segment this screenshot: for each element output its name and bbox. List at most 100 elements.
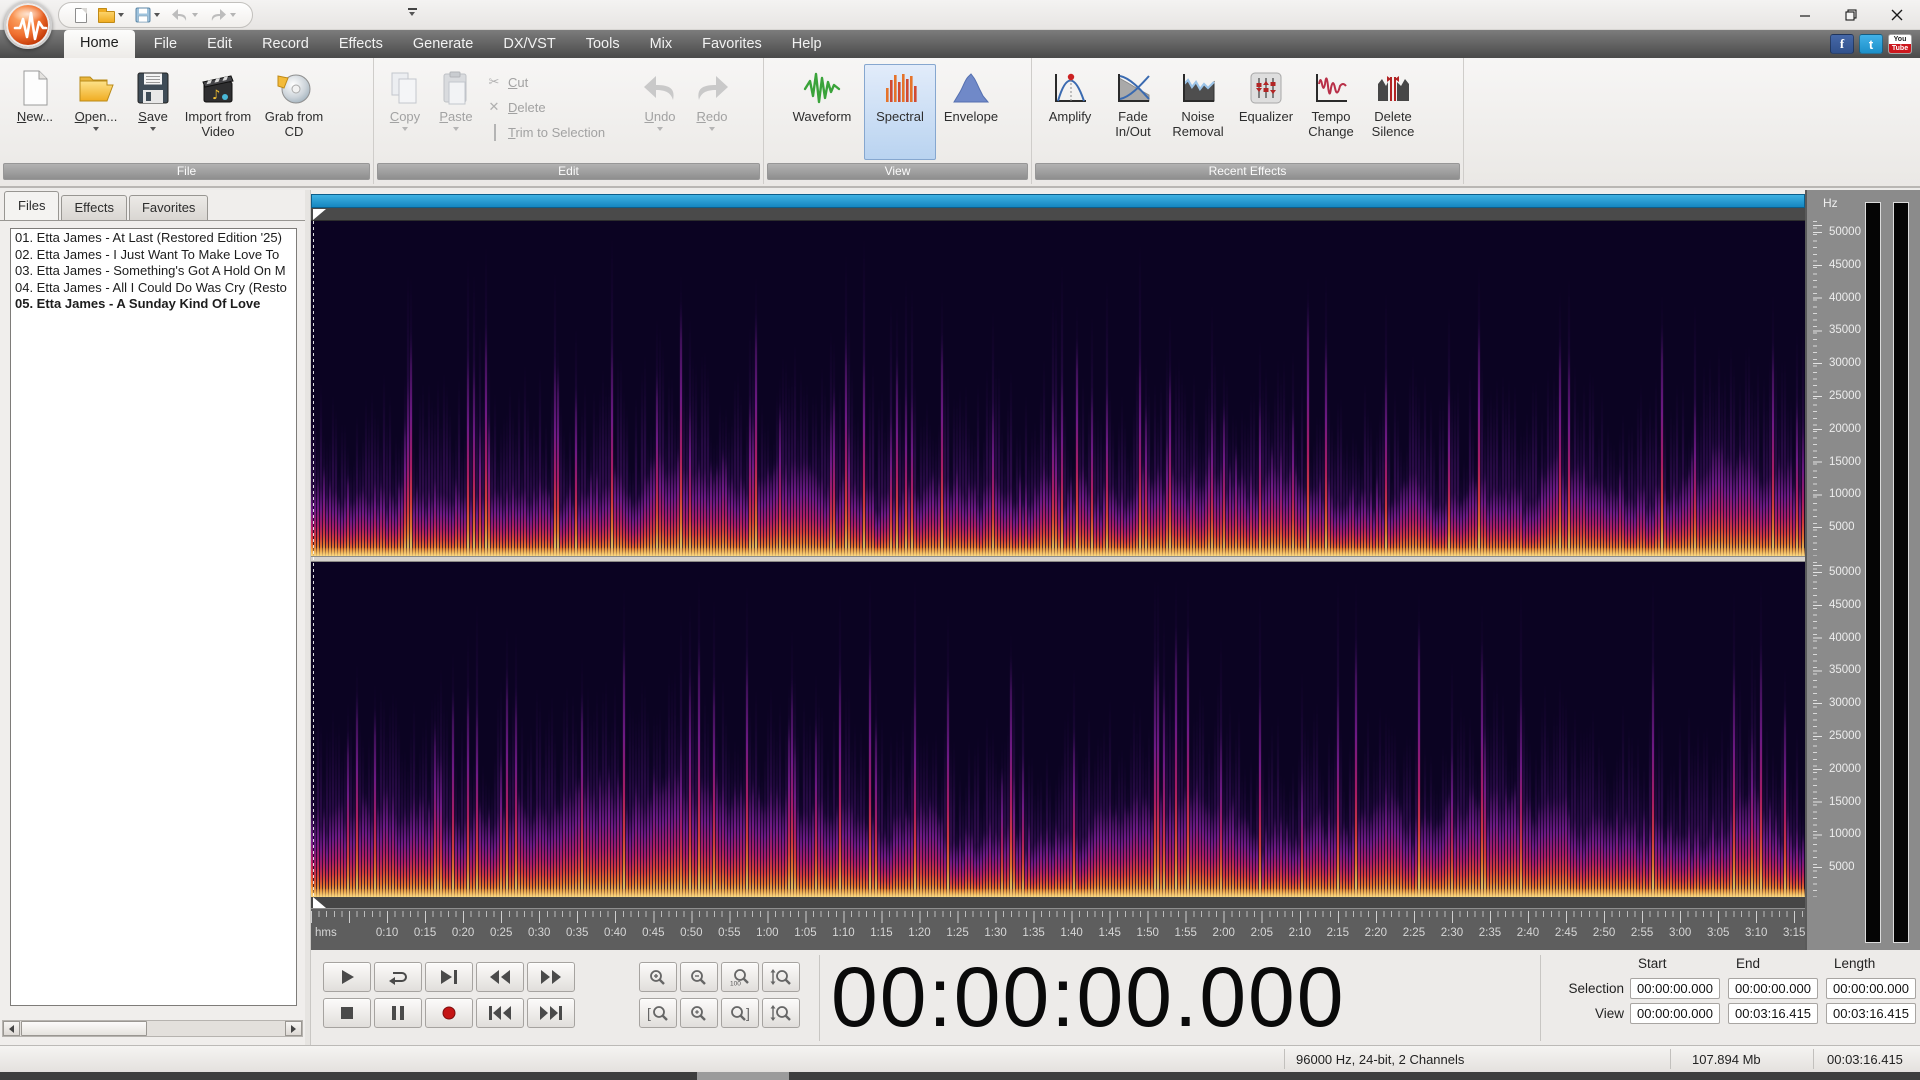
tab-mix[interactable]: Mix — [635, 31, 688, 58]
new-button[interactable]: New... — [6, 64, 64, 160]
main-time-display: 00:00:00.000 — [831, 950, 1346, 1044]
tab-record[interactable]: Record — [247, 31, 324, 58]
minimize-icon — [1800, 14, 1810, 17]
record-button[interactable] — [425, 998, 473, 1028]
file-list-item[interactable]: 05. Etta James - A Sunday Kind Of Love — [11, 295, 296, 312]
tab-effects[interactable]: Effects — [324, 31, 398, 58]
redo-button[interactable]: Redo — [686, 64, 738, 160]
tab-file[interactable]: File — [139, 31, 192, 58]
maximize-button[interactable] — [1828, 0, 1874, 29]
scroll-left-button[interactable] — [3, 1021, 20, 1036]
paste-button[interactable]: Paste — [430, 64, 482, 160]
scrollbar-thumb[interactable] — [21, 1021, 147, 1036]
view-start-field[interactable]: 00:00:00.000 — [1630, 1003, 1720, 1024]
noise-removal-button-label: Noise Removal — [1172, 109, 1224, 139]
app-menu-button[interactable] — [4, 1, 52, 49]
waveform-view-button[interactable]: Waveform — [780, 64, 864, 160]
import-from-video-button[interactable]: ♪ Import from Video — [178, 64, 258, 160]
zoom-in-button[interactable] — [639, 962, 677, 992]
file-list-item[interactable]: 03. Etta James - Something's Got A Hold … — [11, 262, 296, 279]
zoom-out-button[interactable] — [680, 962, 718, 992]
playhead-marker-bottom-icon[interactable] — [313, 897, 326, 908]
qat-customize-button[interactable] — [404, 6, 420, 24]
zoom-selection-right-button[interactable]: ] — [721, 998, 759, 1028]
close-button[interactable] — [1874, 0, 1920, 29]
cut-button[interactable]: ✂ Cut — [482, 70, 634, 95]
marker-bar-bottom[interactable] — [311, 897, 1805, 908]
grab-from-cd-button[interactable]: Grab from CD — [258, 64, 330, 160]
qat-save-button[interactable] — [133, 4, 162, 26]
envelope-view-button[interactable]: Envelope — [936, 64, 1006, 160]
view-end-field[interactable]: 00:03:16.415 — [1728, 1003, 1818, 1024]
zoom-in-alt-button[interactable] — [680, 998, 718, 1028]
file-list-item[interactable]: 02. Etta James - I Just Want To Make Lov… — [11, 246, 296, 263]
tab-effects[interactable]: Effects — [61, 195, 127, 220]
play-to-end-button[interactable] — [425, 962, 473, 992]
noise-removal-button[interactable]: Noise Removal — [1164, 64, 1232, 160]
minimize-button[interactable] — [1782, 0, 1828, 29]
chevron-down-icon — [657, 127, 663, 131]
play-button[interactable] — [323, 962, 371, 992]
scroll-right-button[interactable] — [285, 1021, 302, 1036]
view-length-field[interactable]: 00:03:16.415 — [1826, 1003, 1916, 1024]
tab-tools[interactable]: Tools — [571, 31, 635, 58]
zoom-100-icon: 100 — [730, 969, 749, 986]
spectrogram-channel-2[interactable] — [311, 562, 1805, 897]
qat-new-button[interactable] — [73, 4, 89, 26]
tab-dxvst[interactable]: DX/VST — [488, 31, 570, 58]
marker-bar-top[interactable] — [311, 208, 1805, 221]
fade-in-out-button[interactable]: Fade In/Out — [1102, 64, 1164, 160]
qat-open-button[interactable] — [96, 4, 126, 26]
undo-button[interactable]: Undo — [634, 64, 686, 160]
spectral-view-button[interactable]: Spectral — [864, 64, 936, 160]
selection-end-field[interactable]: 00:00:00.000 — [1728, 978, 1818, 999]
file-list-item[interactable]: 04. Etta James - All I Could Do Was Cry … — [11, 279, 296, 296]
freq-tick-label: 15000 — [1829, 795, 1861, 808]
time-tick-label: 0:15 — [413, 927, 437, 939]
pause-button[interactable] — [374, 998, 422, 1028]
tab-files[interactable]: Files — [4, 191, 60, 220]
zoom-selection-left-button[interactable]: [ — [639, 998, 677, 1028]
trim-to-selection-button[interactable]: Trim to Selection — [482, 120, 634, 145]
youtube-icon[interactable]: You Tube — [1888, 34, 1912, 54]
qat-undo-button[interactable] — [169, 4, 200, 26]
file-list-horizontal-scrollbar[interactable] — [2, 1020, 303, 1037]
tab-favorites[interactable]: Favorites — [687, 31, 777, 58]
tab-help[interactable]: Help — [777, 31, 837, 58]
column-header-start: Start — [1638, 956, 1667, 971]
save-button[interactable]: Save — [128, 64, 178, 160]
loop-button[interactable] — [374, 962, 422, 992]
zoom-vertical-alt-button[interactable] — [762, 998, 800, 1028]
overview-position-bar[interactable] — [311, 194, 1805, 208]
selection-length-field[interactable]: 00:00:00.000 — [1826, 978, 1916, 999]
file-list-item[interactable]: 01. Etta James - At Last (Restored Editi… — [11, 229, 296, 246]
new-document-icon — [20, 67, 50, 109]
time-ruler[interactable]: hms 0:10 0:15 0:20 0:25 0:30 0:35 0:40 0:45 0:50… — [311, 908, 1805, 950]
amplify-button[interactable]: Amplify — [1038, 64, 1102, 160]
open-button[interactable]: Open... — [64, 64, 128, 160]
tab-favorites[interactable]: Favorites — [128, 195, 209, 220]
selection-start-field[interactable]: 00:00:00.000 — [1630, 978, 1720, 999]
stop-button[interactable] — [323, 998, 371, 1028]
spectrogram-channel-1[interactable] — [311, 221, 1805, 556]
tab-generate[interactable]: Generate — [398, 31, 488, 58]
zoom-vertical-button[interactable] — [762, 962, 800, 992]
tempo-change-button[interactable]: Tempo Change — [1300, 64, 1362, 160]
facebook-icon[interactable]: f — [1830, 34, 1854, 54]
go-to-start-button[interactable] — [476, 998, 524, 1028]
copy-button[interactable]: Copy — [380, 64, 430, 160]
delete-silence-button[interactable]: Delete Silence — [1362, 64, 1424, 160]
tab-home[interactable]: Home — [64, 30, 135, 58]
delete-button[interactable]: ✕ Delete — [482, 95, 634, 120]
equalizer-button[interactable]: Equalizer — [1232, 64, 1300, 160]
go-to-end-button[interactable] — [527, 998, 575, 1028]
zoom-100-button[interactable]: 100 100 — [721, 962, 759, 992]
rewind-button[interactable] — [476, 962, 524, 992]
qat-redo-button[interactable] — [207, 4, 238, 26]
twitter-icon[interactable]: t — [1859, 34, 1883, 54]
tab-edit[interactable]: Edit — [192, 31, 247, 58]
view-row-label: View — [1594, 1006, 1624, 1021]
fast-forward-button[interactable] — [527, 962, 575, 992]
redo-icon — [211, 9, 226, 21]
playhead-marker-top-icon[interactable] — [313, 209, 326, 220]
